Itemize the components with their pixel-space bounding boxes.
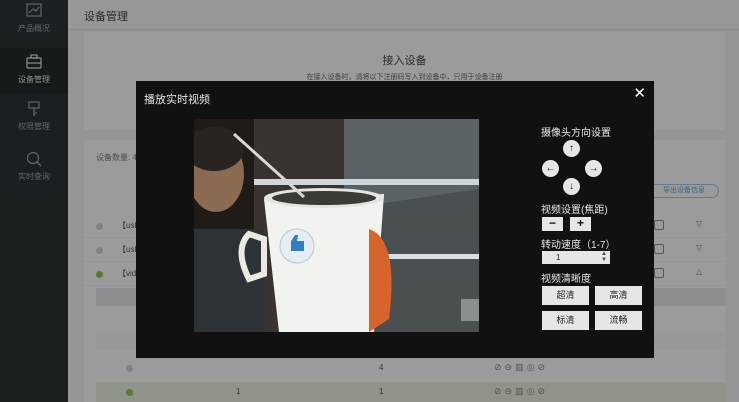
zoom-in-button[interactable]: + bbox=[570, 217, 591, 231]
video-player[interactable] bbox=[194, 119, 479, 332]
quality-high-button[interactable]: 高清 bbox=[595, 286, 642, 305]
close-button[interactable]: ✕ bbox=[633, 84, 646, 102]
speed-label: 转动速度（1-7） bbox=[541, 240, 616, 251]
focus-label: 视频设置(焦距) bbox=[541, 205, 608, 216]
speed-stepper[interactable]: 1 ▲ ▼ bbox=[542, 251, 610, 264]
arrow-up-button[interactable]: ↑ bbox=[563, 140, 580, 157]
quality-smooth-button[interactable]: 流畅 bbox=[595, 311, 642, 330]
arrow-down-button[interactable]: ↓ bbox=[563, 178, 580, 195]
clarity-label: 视频清晰度 bbox=[541, 274, 591, 285]
spinner-icon[interactable]: ▲ ▼ bbox=[601, 251, 607, 263]
video-frame bbox=[194, 119, 479, 332]
arrow-right-button[interactable]: → bbox=[585, 160, 602, 177]
quality-ultra-button[interactable]: 超清 bbox=[542, 286, 589, 305]
zoom-out-button[interactable]: − bbox=[542, 217, 563, 231]
camera-direction-label: 摄像头方向设置 bbox=[541, 128, 611, 139]
modal-title: 播放实时视频 bbox=[144, 94, 210, 106]
live-video-modal: 播放实时视频 ✕ 摄像头方向设置 ↑ ← → ↓ 视频设置(焦距) − + 转动… bbox=[136, 81, 654, 358]
speed-value: 1 bbox=[556, 253, 561, 262]
arrow-left-button[interactable]: ← bbox=[542, 160, 559, 177]
quality-standard-button[interactable]: 标清 bbox=[542, 311, 589, 330]
